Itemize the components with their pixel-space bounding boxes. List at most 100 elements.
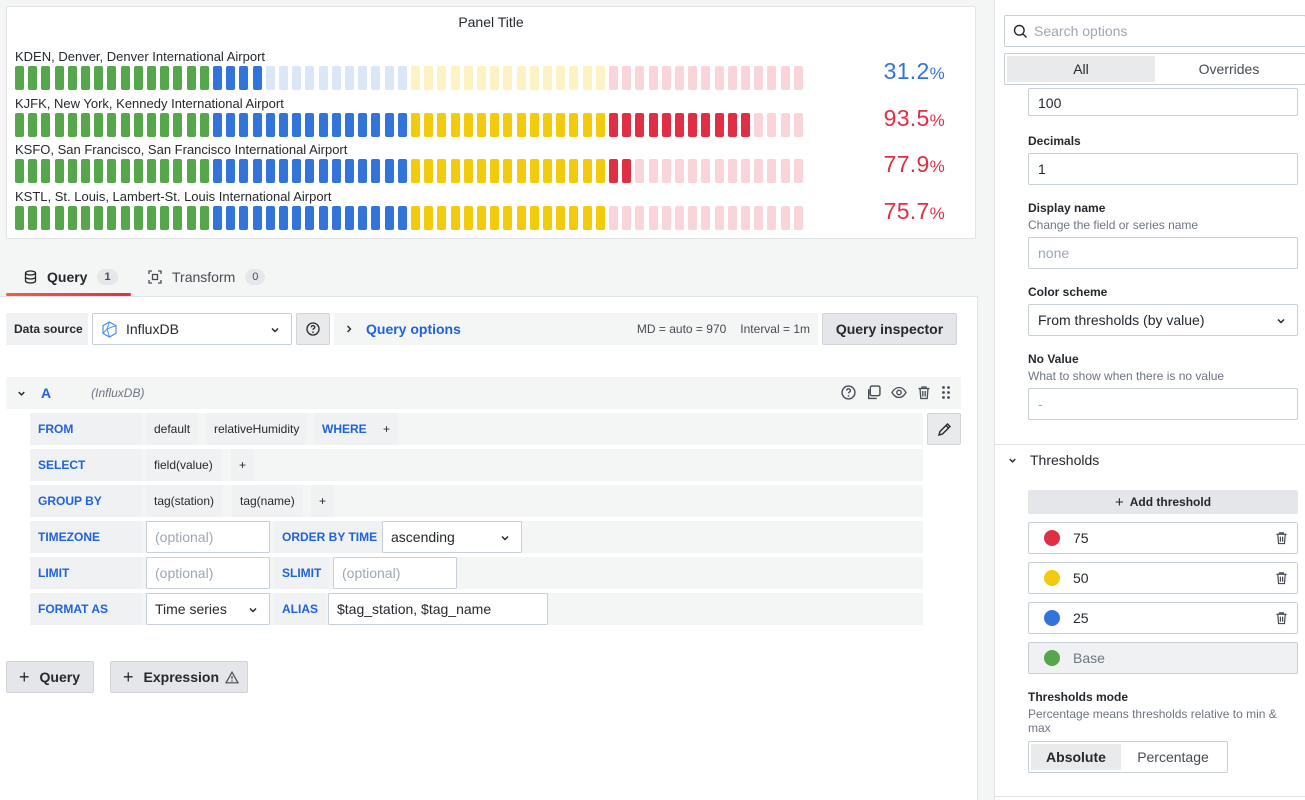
gauge-cell [556,66,566,90]
threshold-color-swatch[interactable] [1044,530,1060,546]
gauge-cell [226,206,236,230]
timezone-input[interactable]: (optional) [146,521,270,553]
threshold-item[interactable]: 50 [1028,562,1298,594]
add-threshold-button[interactable]: + Add threshold [1028,490,1298,514]
gauge-cell [213,113,222,137]
trash-icon[interactable] [917,385,931,403]
plus-icon: + [19,666,30,687]
format-as-select[interactable]: Time series [146,593,270,625]
gauge-row: KSFO, San Francisco, San Francisco Inter… [15,142,965,188]
search-icon [1013,24,1028,39]
gauge-cell [345,206,354,230]
gauge-cell [239,206,249,230]
gauge-cell [265,159,275,183]
gauge-cell [107,206,117,230]
duplicate-icon[interactable] [866,385,881,403]
datasource-help-button[interactable] [296,313,330,345]
gauge-cell [226,113,236,137]
add-group-by-button[interactable]: + [311,485,335,517]
alias-input[interactable]: $tag_station, $tag_name [328,593,548,625]
trash-icon[interactable] [1275,571,1288,588]
gauge-cell [397,113,407,137]
trash-icon[interactable] [1275,611,1288,628]
gauge-value-unit: % [929,64,945,83]
gauge-cell [28,159,38,183]
thresholds-section-header[interactable]: Thresholds [1007,452,1099,468]
options-tab-all[interactable]: All [1007,56,1155,82]
gauge-cell [477,113,486,137]
gauge-cell [54,206,64,230]
add-query-button[interactable]: + Query [6,661,94,693]
color-scheme-label: Color scheme [1028,285,1108,299]
add-select-button[interactable]: + [231,449,255,481]
options-tab-overrides[interactable]: Overrides [1155,56,1303,82]
add-expression-button[interactable]: + Expression [110,661,248,693]
options-pane: Search options All Overrides 100 Decimal… [994,0,1305,800]
eye-icon[interactable] [891,385,907,403]
tab-query[interactable]: Query 1 [24,258,118,296]
gauge-cell [595,159,605,183]
field-segment[interactable]: field(value) [146,449,221,481]
mode-absolute[interactable]: Absolute [1031,744,1121,770]
query-format-row: FORMAT AS Time series ALIAS $tag_station… [30,593,923,625]
no-value-input[interactable]: - [1028,388,1298,420]
threshold-color-swatch[interactable] [1044,650,1060,666]
drag-handle-icon[interactable] [941,385,951,403]
question-circle-icon [306,322,320,336]
gauge-cell [371,113,381,137]
retention-policy-segment[interactable]: default [146,413,199,445]
plus-icon: + [123,666,134,687]
add-where-button[interactable]: + [375,413,399,445]
trash-icon[interactable] [1275,531,1288,548]
gauge-cell [714,206,724,230]
gauge-cell [529,113,539,137]
threshold-color-swatch[interactable] [1044,570,1060,586]
group-by-tag-name[interactable]: tag(name) [232,485,303,517]
chevron-down-icon[interactable] [16,388,27,399]
toggle-raw-mode-button[interactable] [927,413,961,445]
query-options-toggle[interactable]: Query options MD = auto = 970 Interval = … [334,313,818,345]
gauge-cell [411,113,420,137]
gauge-cell [173,113,183,137]
gauge-cell [67,206,77,230]
gauge-cell [160,206,170,230]
gauge-cell [450,206,460,230]
threshold-item[interactable]: 25 [1028,602,1298,634]
gauge-cell [28,66,38,90]
threshold-color-swatch[interactable] [1044,610,1060,626]
gauge-cell [54,66,64,90]
measurement-segment[interactable]: relativeHumidity [206,413,308,445]
decimals-input[interactable]: 1 [1028,153,1298,185]
mode-percentage[interactable]: Percentage [1123,744,1223,770]
gauge-cell [331,66,341,90]
gauge-cell [503,206,513,230]
gauge-cell [186,113,196,137]
gauge-cell [780,113,790,137]
gauge-cell [635,159,645,183]
gauge-cell [252,66,262,90]
search-placeholder: Search options [1034,23,1128,39]
gauge-cell [741,206,750,230]
format-as-keyword: FORMAT AS [30,593,142,625]
options-search-input[interactable]: Search options [1004,15,1305,47]
gauge-cell [622,113,632,137]
query-ref-id[interactable]: A [41,385,51,401]
query-help-icon[interactable] [841,385,856,403]
query-inspector-button[interactable]: Query inspector [822,313,957,345]
threshold-item[interactable]: 75 [1028,522,1298,554]
gauge-cell [94,206,104,230]
color-scheme-select[interactable]: From thresholds (by value) [1028,304,1298,336]
limit-input[interactable]: (optional) [146,557,270,589]
group-by-tag-station[interactable]: tag(station) [146,485,223,517]
display-name-input[interactable]: none [1028,237,1298,269]
gauge-cell [648,159,658,183]
tab-transform[interactable]: Transform 0 [148,258,266,296]
slimit-input[interactable]: (optional) [333,557,457,589]
datasource-select[interactable]: InfluxDB [92,313,292,345]
max-input[interactable]: 100 [1028,88,1298,116]
gauge-cell [609,66,618,90]
gauge-cell [147,113,156,137]
order-by-time-select[interactable]: ascending [382,521,522,553]
gauge-cell [675,113,684,137]
gauge-value: 93.5% [884,105,945,132]
